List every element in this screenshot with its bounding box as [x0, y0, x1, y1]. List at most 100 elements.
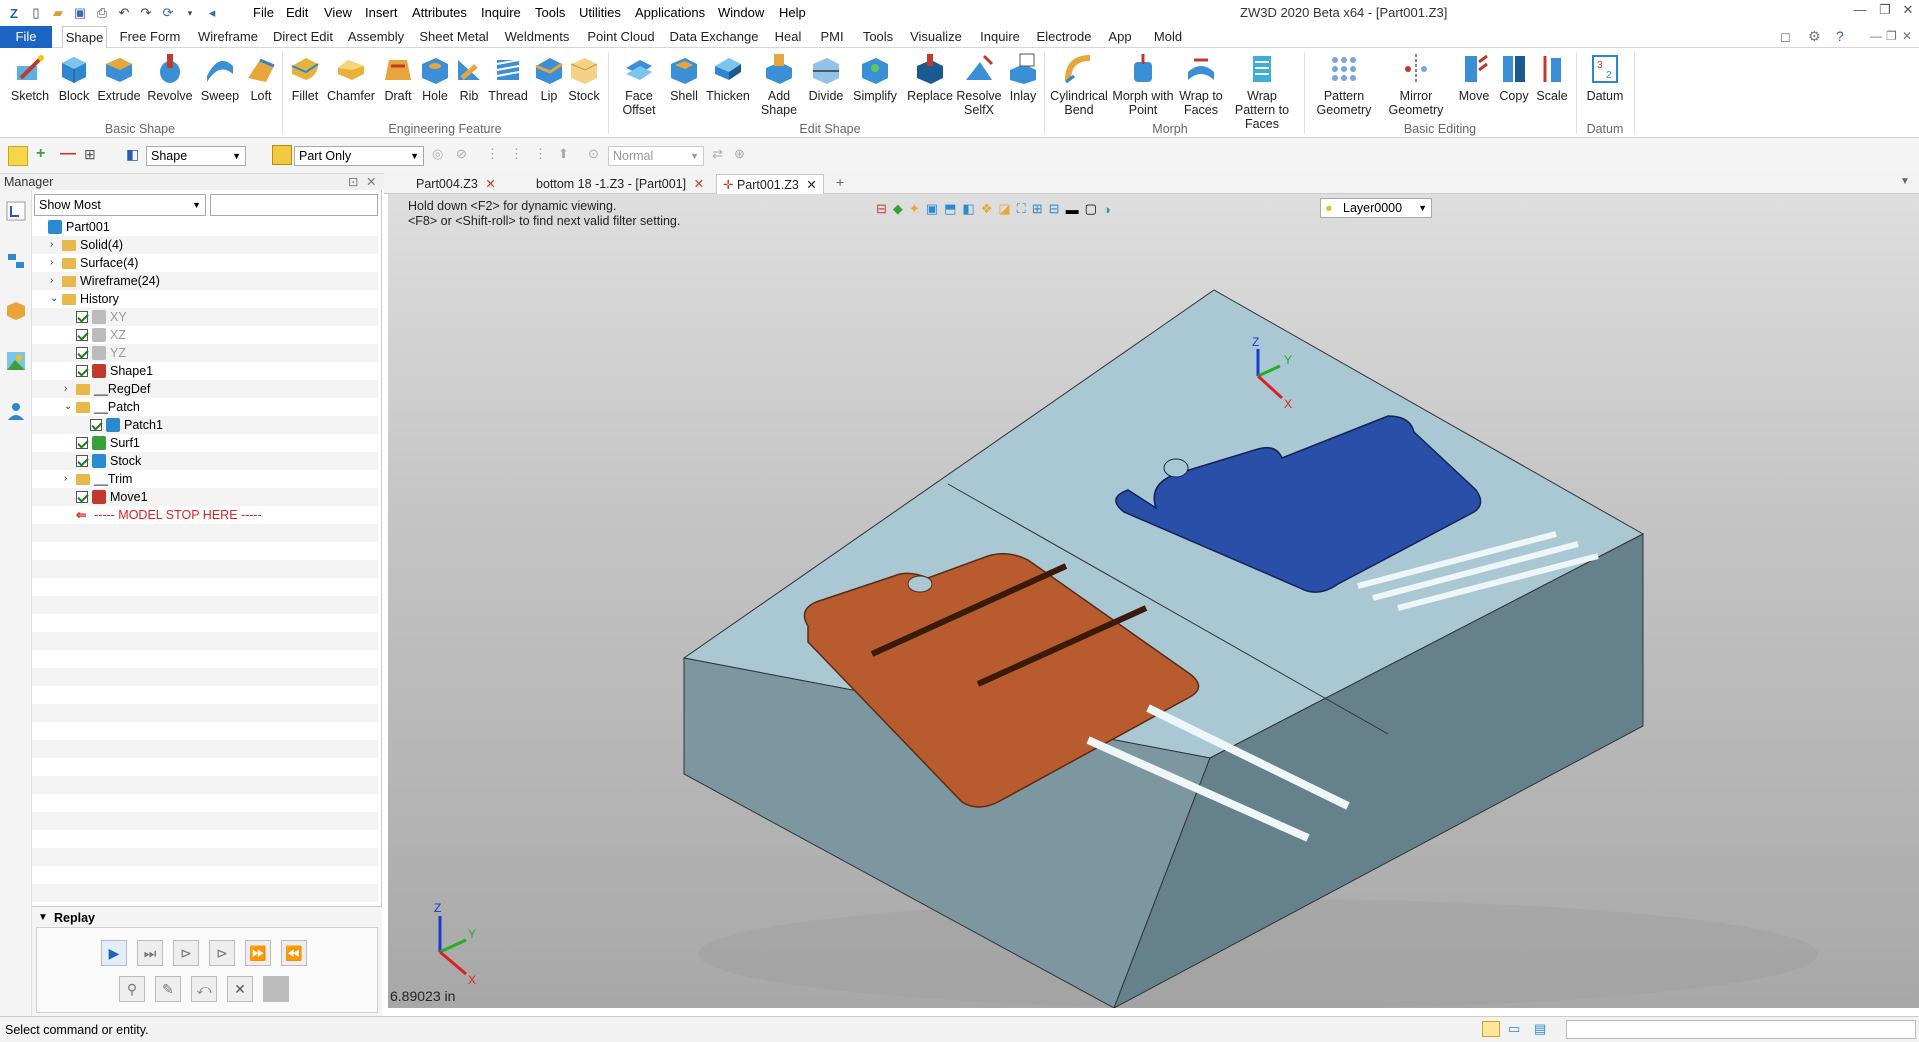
edit-icon[interactable]: ✎	[155, 976, 181, 1002]
sketch-button[interactable]: Sketch	[8, 52, 52, 132]
pattern-geometry-button[interactable]: Pattern Geometry	[1310, 52, 1378, 132]
hole-button[interactable]: Hole	[418, 52, 452, 132]
rib-button[interactable]: Rib	[454, 52, 484, 132]
redo-icon[interactable]: ↷	[136, 3, 156, 23]
collapse-arrow-icon[interactable]: ⌄	[64, 398, 74, 416]
open-folder-icon[interactable]: ▰	[48, 3, 68, 23]
next-icon[interactable]: ⊳	[173, 940, 199, 966]
menu-insert[interactable]: Insert	[365, 5, 398, 20]
visibility-checkbox[interactable]	[76, 347, 88, 359]
fast-forward-icon[interactable]: ⏩	[245, 940, 271, 966]
tab-tools[interactable]: Tools	[858, 26, 898, 48]
mode-select[interactable]: Normal ▼	[608, 146, 704, 166]
mirror-geometry-button[interactable]: Mirror Geometry	[1382, 52, 1450, 132]
expand-arrow-icon[interactable]: ›	[50, 272, 60, 290]
menu-file[interactable]: File	[253, 5, 274, 20]
play-icon[interactable]: ▶	[101, 940, 127, 966]
menu-tools[interactable]: Tools	[535, 5, 565, 20]
visibility-checkbox[interactable]	[76, 455, 88, 467]
tab-data-exchange[interactable]: Data Exchange	[668, 26, 760, 48]
tree-node[interactable]: › __RegDef	[32, 380, 378, 398]
shape-filter-icon[interactable]: ◧	[126, 146, 139, 163]
print-icon[interactable]: ⎙	[92, 3, 112, 23]
visibility-checkbox[interactable]	[76, 365, 88, 377]
settings-gear-icon[interactable]: ⚙	[1808, 28, 1821, 45]
lip-button[interactable]: Lip	[534, 52, 564, 132]
3d-viewport[interactable]: Hold down <F2> for dynamic viewing. <F8>…	[388, 194, 1919, 1008]
shape-filter-select[interactable]: Shape ▼	[146, 146, 246, 166]
close-tab-icon[interactable]: ✕	[694, 177, 704, 191]
tree-node[interactable]: Stock	[32, 452, 378, 470]
shell-button[interactable]: Shell	[666, 52, 702, 132]
resolve-selfx-button[interactable]: Resolve SelfX	[956, 52, 1002, 132]
ribbon-minimize-icon[interactable]: ◻	[1780, 29, 1791, 45]
add-filter-icon[interactable]: +	[36, 145, 45, 163]
visibility-checkbox[interactable]	[76, 329, 88, 341]
scale-button[interactable]: Scale	[1534, 52, 1570, 132]
copy-button[interactable]: Copy	[1496, 52, 1532, 132]
filter-option-icon[interactable]: ⋮	[534, 146, 547, 162]
filter-option-icon[interactable]: ⊙	[588, 146, 599, 162]
move-button[interactable]: Move	[1454, 52, 1494, 132]
window-minimize-icon[interactable]: —	[1870, 29, 1882, 43]
tab-list-icon[interactable]: ▼	[1900, 176, 1910, 187]
tab-app[interactable]: App	[1102, 26, 1138, 48]
tab-weldments[interactable]: Weldments	[500, 26, 574, 48]
stock-button[interactable]: Stock	[566, 52, 602, 132]
close-tab-icon[interactable]: ✕	[806, 178, 816, 192]
menu-attributes[interactable]: Attributes	[412, 5, 467, 20]
display-toggle-icon[interactable]: ▭	[1508, 1021, 1520, 1037]
tab-assembly[interactable]: Assembly	[342, 26, 410, 48]
tree-node[interactable]: ⌄ History	[32, 290, 378, 308]
tree-node[interactable]: YZ	[32, 344, 378, 362]
close-manager-icon[interactable]: ✕	[366, 174, 376, 190]
tree-node[interactable]: Patch1	[32, 416, 378, 434]
revolve-button[interactable]: Revolve	[146, 52, 194, 132]
tree-node[interactable]: ⌄ __Patch	[32, 398, 378, 416]
new-tab-icon[interactable]: +	[836, 174, 844, 190]
next-group-icon[interactable]: ⊳	[209, 940, 235, 966]
filter-option-icon[interactable]: ◎	[432, 146, 443, 162]
loft-button[interactable]: Loft	[246, 52, 276, 132]
tab-free-form[interactable]: Free Form	[116, 26, 184, 48]
block-button[interactable]: Block	[54, 52, 94, 132]
status-toggle-icon[interactable]	[1482, 1021, 1500, 1037]
window-close-icon[interactable]: ✕	[1902, 29, 1912, 43]
doc-tab-part004[interactable]: Part004.Z3 ✕	[416, 174, 496, 194]
tab-sheet-metal[interactable]: Sheet Metal	[418, 26, 490, 48]
tab-pmi[interactable]: PMI	[814, 26, 850, 48]
repeat-icon[interactable]: ⟳	[158, 3, 178, 23]
user-icon[interactable]	[5, 400, 27, 422]
thicken-button[interactable]: Thicken	[704, 52, 752, 132]
assembly-tree-icon[interactable]	[5, 250, 27, 272]
tab-visualize[interactable]: Visualize	[908, 26, 964, 48]
inlay-button[interactable]: Inlay	[1004, 52, 1042, 132]
tab-electrode[interactable]: Electrode	[1034, 26, 1094, 48]
filter-option-icon[interactable]: ⊘	[456, 146, 467, 162]
expand-arrow-icon[interactable]: ›	[64, 470, 74, 488]
expand-arrow-icon[interactable]: ›	[50, 236, 60, 254]
app-logo-icon[interactable]: Z	[4, 3, 24, 23]
tree-node[interactable]: › Wireframe(24)	[32, 272, 378, 290]
close-tab-icon[interactable]: ✕	[485, 177, 495, 191]
cylindrical-bend-button[interactable]: Cylindrical Bend	[1048, 52, 1110, 132]
menu-view[interactable]: View	[324, 5, 352, 20]
tree-node[interactable]: ⇐ ----- MODEL STOP HERE -----	[32, 506, 378, 524]
back-icon[interactable]: ◂	[202, 3, 222, 23]
collapse-icon[interactable]: ▼	[38, 912, 48, 923]
tree-node[interactable]: Move1	[32, 488, 378, 506]
tab-direct-edit[interactable]: Direct Edit	[272, 26, 334, 48]
tab-mold[interactable]: Mold	[1146, 26, 1190, 48]
filter-option-icon[interactable]: ⊛	[734, 146, 745, 162]
tree-node[interactable]: › Solid(4)	[32, 236, 378, 254]
help-icon[interactable]: ?	[1836, 28, 1844, 44]
visibility-checkbox[interactable]	[76, 437, 88, 449]
thread-button[interactable]: Thread	[486, 52, 530, 132]
chamfer-button[interactable]: Chamfer	[326, 52, 376, 132]
fillet-button[interactable]: Fillet	[286, 52, 324, 132]
tree-node[interactable]: XZ	[32, 326, 378, 344]
pick-filter-icon[interactable]: ⊞	[84, 146, 96, 163]
tree-node[interactable]: Shape1	[32, 362, 378, 380]
draft-button[interactable]: Draft	[380, 52, 416, 132]
add-shape-button[interactable]: Add Shape	[756, 52, 802, 132]
